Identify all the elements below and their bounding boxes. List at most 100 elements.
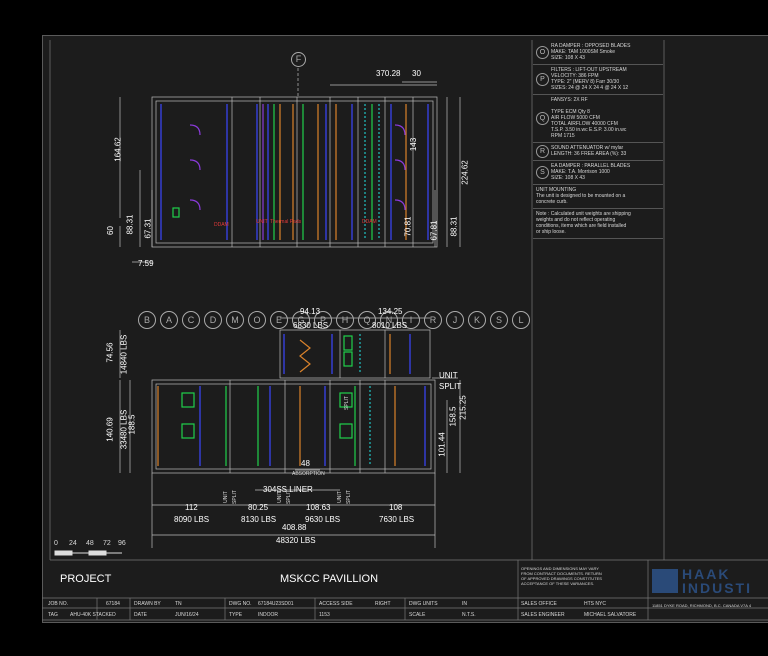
scale-48: 48 (86, 540, 94, 547)
plan-label-4: DDAM (362, 219, 377, 225)
component-bubble-a: A (160, 311, 178, 329)
code-value: 1153 (319, 612, 330, 618)
scale-0: 0 (54, 540, 58, 547)
component-bubble-c: C (182, 311, 200, 329)
note-line: LENGTH: 36 FREE AREA (%): 33 (551, 151, 627, 157)
dim-70: 70.81 (403, 216, 413, 237)
sales-engineer-label: SALES ENGINEER (521, 612, 565, 618)
dim-112: 112 (185, 503, 198, 512)
weight-9630: 9630 LBS (305, 515, 341, 524)
note-block: S EA DAMPER : PARALLEL BLADES MAKE: T.A. M… (533, 160, 663, 185)
plan-label-2: UNIT (256, 219, 268, 225)
split-v-2: SPLIT (231, 490, 238, 504)
scale-96: 96 (118, 540, 126, 547)
note-block: O RA DAMPER : OPPOSED BLADES MAKE: TAM 100… (533, 40, 663, 65)
split-v-5: UNIT (336, 491, 343, 503)
note-letter: O (536, 46, 549, 59)
company-address: 11851 DYKE ROAD, RICHMOND, B.C. CANADA V… (652, 603, 752, 608)
access-side-value: RIGHT (375, 601, 391, 607)
dim-134: 134.25 (378, 307, 403, 316)
component-bubble-o: O (248, 311, 266, 329)
note-line: SIZES: 24 @ 24 X 24 4 @ 24 X 12 (551, 85, 629, 91)
weight-8130: 8130 LBS (241, 515, 277, 524)
weight-14840: 14840 LBS (119, 334, 129, 375)
scale-value: N.T.S. (462, 612, 476, 618)
date-value: JUN/16/24 (175, 612, 199, 618)
note-line: SIZE: 108 X 43 (551, 175, 585, 181)
split-v-1: UNIT (222, 491, 229, 503)
dim-80: 80.25 (248, 503, 269, 512)
note-block: P FILTERS : LIFT-OUT UPSTREAM VELOCITY: 38… (533, 64, 663, 95)
note-line: concrete curb. (536, 199, 568, 205)
sales-office-value: HTS NYC (584, 601, 606, 607)
dim-408: 408.88 (282, 523, 307, 532)
dim-88-right: 88.31 (449, 216, 459, 237)
component-bubble-e: E (270, 311, 288, 329)
tag-value: AHU-40K STACKED (70, 612, 116, 618)
absorption-label: ABSORPTION (292, 471, 325, 477)
project-name: MSKCC PAVILLION (280, 573, 379, 585)
note-block: Note : Calculated unit weights are shipp… (533, 208, 663, 239)
component-bubble-s: S (490, 311, 508, 329)
sales-office-label: SALES OFFICE (521, 601, 557, 607)
split-label: SPLIT (439, 382, 462, 391)
component-bubble-m: M (226, 311, 244, 329)
dwg-no-label: DWG NO. (229, 601, 252, 607)
dim-67-left: 67.31 (143, 218, 153, 239)
note-block: Q FANSYS: 2X RF TYPE ECM Qty 8 AIR FLOW 500… (533, 94, 663, 143)
dim-67-right: 67.81 (429, 220, 439, 241)
split-v-7: SPLIT (343, 396, 350, 410)
dim-224: 224.62 (460, 160, 470, 185)
dim-7-59: 7.59 (138, 259, 154, 268)
dim-94: 94.13 (300, 307, 321, 316)
dim-74: 74.56 (105, 342, 115, 363)
note-block: R SOUND ATTENUATOR w/ mylar LENGTH: 36 FRE… (533, 142, 663, 161)
dim-370: 370.28 (376, 69, 401, 78)
dwg-units-value: IN (462, 601, 467, 607)
company-logo: HAAK INDUSTI (650, 566, 768, 598)
note-line: or ship loose. (536, 229, 566, 235)
tag-label: TAG (48, 612, 58, 618)
weight-48320: 48320 LBS (276, 536, 316, 545)
elevation-view (119, 317, 461, 548)
component-bubble-k: K (468, 311, 486, 329)
weight-8090: 8090 LBS (174, 515, 210, 524)
scale-72: 72 (103, 540, 111, 547)
weight-6830: 6830 LBS (293, 321, 329, 330)
job-no-value: 67184 (106, 601, 120, 607)
dim-48: 48 (301, 459, 310, 468)
note-letter: S (536, 166, 549, 179)
drawn-by-value: TN (175, 601, 182, 607)
job-no-label: JOB NO. (48, 601, 69, 607)
split-v-3: UNIT (276, 491, 283, 503)
component-bubble-row: BACDMOEGPHQNIRJKSL (138, 311, 538, 329)
note-letter: Q (536, 112, 549, 125)
note-letter: R (536, 145, 549, 158)
sales-engineer-value: MICHAEL SALVATORE (584, 612, 637, 618)
note-block: UNIT MOUNTING The unit is designed to be … (533, 184, 663, 209)
project-label: PROJECT (60, 573, 112, 585)
dwg-units-label: DWG UNITS (409, 601, 438, 607)
weight-7630: 7630 LBS (379, 515, 415, 524)
dwg-no-value: 67184U23SD01 (258, 601, 294, 607)
note-letter: P (536, 73, 549, 86)
scale-bar (54, 550, 122, 556)
date-label: DATE (134, 612, 147, 618)
plan-label-1: DDAM (214, 222, 229, 228)
component-bubble-h: H (336, 311, 354, 329)
note-line: FANSYS: 2X RF (551, 97, 588, 103)
dim-215: 215.25 (458, 395, 468, 420)
dim-164: 164.62 (113, 137, 123, 162)
logo-mark-icon (652, 569, 678, 593)
drawn-by-label: DRAWN BY (134, 601, 161, 607)
component-bubble-d: D (204, 311, 222, 329)
section-bubble-f: F (291, 52, 306, 67)
dim-108-a: 108.63 (306, 503, 331, 512)
dim-108-b: 108 (389, 503, 403, 512)
note-line: SIZE: 108 X 43 (551, 55, 585, 61)
dim-101: 101.44 (437, 432, 447, 457)
logo-line-2: INDUSTI (682, 580, 752, 596)
disclaimer-line: ACCEPTANCE OF THESE VARIANCES. (521, 581, 595, 586)
note-line: RPM 1715 (551, 133, 575, 139)
dim-88-left: 88.31 (125, 214, 135, 235)
